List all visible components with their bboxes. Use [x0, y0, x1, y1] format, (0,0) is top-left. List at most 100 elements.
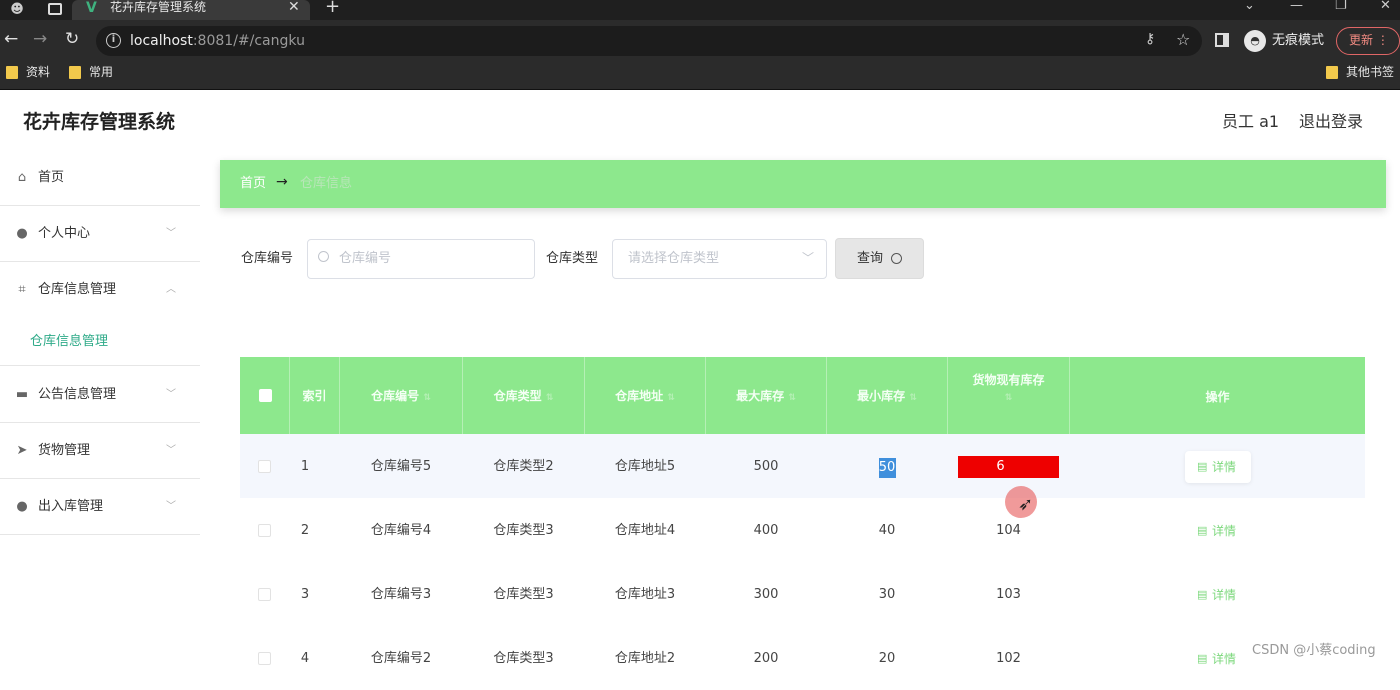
row-checkbox[interactable]: [258, 460, 271, 473]
key-icon[interactable]: ⚷: [1145, 31, 1155, 47]
cell-code: 仓库编号3: [370, 587, 432, 602]
new-tab-icon[interactable]: +: [325, 0, 340, 17]
sidebar-item-home[interactable]: ⌂ 首页: [0, 150, 200, 206]
breadcrumb-current: 仓库信息: [300, 176, 353, 191]
header-min[interactable]: 最小库存 ⇅: [827, 388, 947, 406]
row-checkbox[interactable]: [258, 588, 271, 601]
sidebar-subitem-label: 仓库信息管理: [30, 334, 109, 349]
select-all-checkbox[interactable]: [259, 389, 272, 402]
bookmark-item[interactable]: 资料: [26, 65, 50, 80]
restore-icon[interactable]: ❐: [1335, 0, 1347, 14]
cell-address: 仓库地址3: [614, 587, 676, 602]
cell-max: 400: [753, 523, 779, 538]
chevron-down-icon: ﹀: [166, 389, 176, 400]
header-index: 索引: [302, 389, 327, 403]
other-bookmarks[interactable]: 其他书签: [1346, 65, 1394, 80]
document-icon: ▤: [1197, 652, 1208, 665]
send-icon: ➤: [16, 443, 28, 458]
sidebar-item-notice[interactable]: ▬ 公告信息管理 ﹀: [0, 367, 200, 423]
sort-icon: ⇅: [423, 393, 431, 403]
cell-address: 仓库地址4: [614, 523, 676, 538]
tab-search-icon[interactable]: ⌄: [1244, 0, 1255, 14]
detail-button[interactable]: ▤ 详情: [1185, 579, 1251, 611]
cell-max: 300: [753, 587, 779, 602]
bookmark-item[interactable]: 常用: [89, 65, 113, 80]
type-select-placeholder: 请选择仓库类型: [628, 251, 720, 266]
detail-button-label: 详情: [1212, 652, 1237, 666]
tab-overview-icon[interactable]: [48, 3, 62, 15]
sidebar-subitem-warehouse[interactable]: 仓库信息管理: [0, 318, 200, 366]
document-icon: ▤: [1197, 524, 1208, 537]
chevron-down-icon: ﹀: [802, 251, 815, 265]
update-button[interactable]: 更新 ⋮: [1336, 27, 1400, 55]
minimize-icon[interactable]: —: [1290, 0, 1303, 14]
query-button-label: 查询: [857, 251, 884, 266]
search-icon: [891, 253, 902, 264]
header-max[interactable]: 最大库存 ⇅: [706, 388, 826, 406]
incognito-label[interactable]: 无痕模式: [1272, 33, 1324, 49]
sidebar-item-label: 个人中心: [38, 226, 91, 241]
cell-type: 仓库类型3: [493, 651, 554, 666]
url-text[interactable]: localhost:8081/#/cangku: [130, 32, 305, 50]
detail-button-label: 详情: [1212, 588, 1237, 602]
sidebar-item-label: 首页: [38, 170, 65, 185]
tab-title[interactable]: 花卉库存管理系统: [110, 0, 206, 15]
header-code[interactable]: 仓库编号 ⇅: [340, 388, 462, 406]
home-icon: ⌂: [17, 170, 27, 185]
cell-max: 200: [753, 651, 779, 666]
breadcrumb: [220, 160, 1386, 208]
cell-current: 104: [996, 523, 1021, 538]
header-address[interactable]: 仓库地址 ⇅: [585, 388, 705, 406]
cell-type: 仓库类型3: [493, 587, 554, 602]
current-user: 员工 a1: [1222, 112, 1280, 131]
sidebar-item-inout[interactable]: ● 出入库管理 ﹀: [0, 479, 200, 535]
sidebar-item-profile[interactable]: ● 个人中心 ﹀: [0, 206, 200, 262]
chevron-down-icon: ﹀: [166, 501, 176, 512]
cell-min: 50: [878, 460, 896, 475]
row-checkbox[interactable]: [258, 652, 271, 665]
ghost-icon[interactable]: ☻: [8, 1, 26, 19]
window-close-icon[interactable]: ✕: [1380, 0, 1391, 14]
reload-icon[interactable]: ↻: [65, 28, 79, 50]
sidebar-item-label: 仓库信息管理: [38, 282, 117, 297]
breadcrumb-home[interactable]: 首页: [240, 175, 266, 193]
folder-icon: [6, 66, 18, 79]
sort-icon: ⇅: [667, 393, 675, 403]
site-info-icon[interactable]: i: [106, 33, 121, 48]
sort-icon: ⇅: [545, 393, 554, 403]
cell-current: 103: [996, 587, 1021, 602]
detail-button[interactable]: ▤ 详情: [1185, 515, 1251, 547]
tab-close-icon[interactable]: ✕: [288, 0, 300, 15]
row-checkbox[interactable]: [258, 524, 271, 537]
crop-icon: ⌗: [18, 282, 26, 297]
detail-button[interactable]: ▤ 详情: [1185, 643, 1251, 669]
side-panel-icon[interactable]: [1215, 33, 1229, 47]
user-icon: ●: [16, 226, 28, 241]
detail-button[interactable]: ▤ 详情: [1185, 451, 1251, 483]
cell-index: 4: [300, 651, 310, 666]
cell-max: 500: [753, 459, 779, 474]
document-icon: ▤: [1197, 588, 1208, 601]
cell-current: 6: [996, 459, 1005, 474]
sidebar-item-goods[interactable]: ➤ 货物管理 ﹀: [0, 423, 200, 479]
code-search-placeholder: 仓库编号: [339, 251, 392, 266]
folder-icon: [1326, 66, 1338, 79]
cell-code: 仓库编号5: [370, 459, 432, 474]
header-action: 操作: [1205, 390, 1230, 404]
cell-min: 20: [878, 651, 896, 666]
header-current[interactable]: 货物现有库存 ⇅: [948, 372, 1069, 406]
incognito-icon[interactable]: ◓: [1244, 30, 1266, 52]
logout-link[interactable]: 退出登录: [1299, 111, 1363, 133]
cell-min: 40: [878, 523, 896, 538]
header-type[interactable]: 仓库类型 ⇅: [463, 388, 584, 406]
bookmark-star-icon[interactable]: ☆: [1176, 30, 1190, 49]
bookmarks-bar: [0, 58, 1400, 90]
chevron-down-icon: ﹀: [166, 228, 176, 239]
cell-address: 仓库地址2: [614, 651, 676, 666]
sidebar-item-warehouse[interactable]: ⌗ 仓库信息管理 ︿: [0, 262, 200, 318]
watermark: CSDN @小蔡coding: [1252, 643, 1376, 658]
forward-arrow-icon[interactable]: →: [33, 28, 47, 50]
arrow-right-icon: →: [276, 174, 288, 190]
mouse-cursor-icon: ➶: [1018, 494, 1034, 515]
back-arrow-icon[interactable]: ←: [4, 28, 18, 50]
